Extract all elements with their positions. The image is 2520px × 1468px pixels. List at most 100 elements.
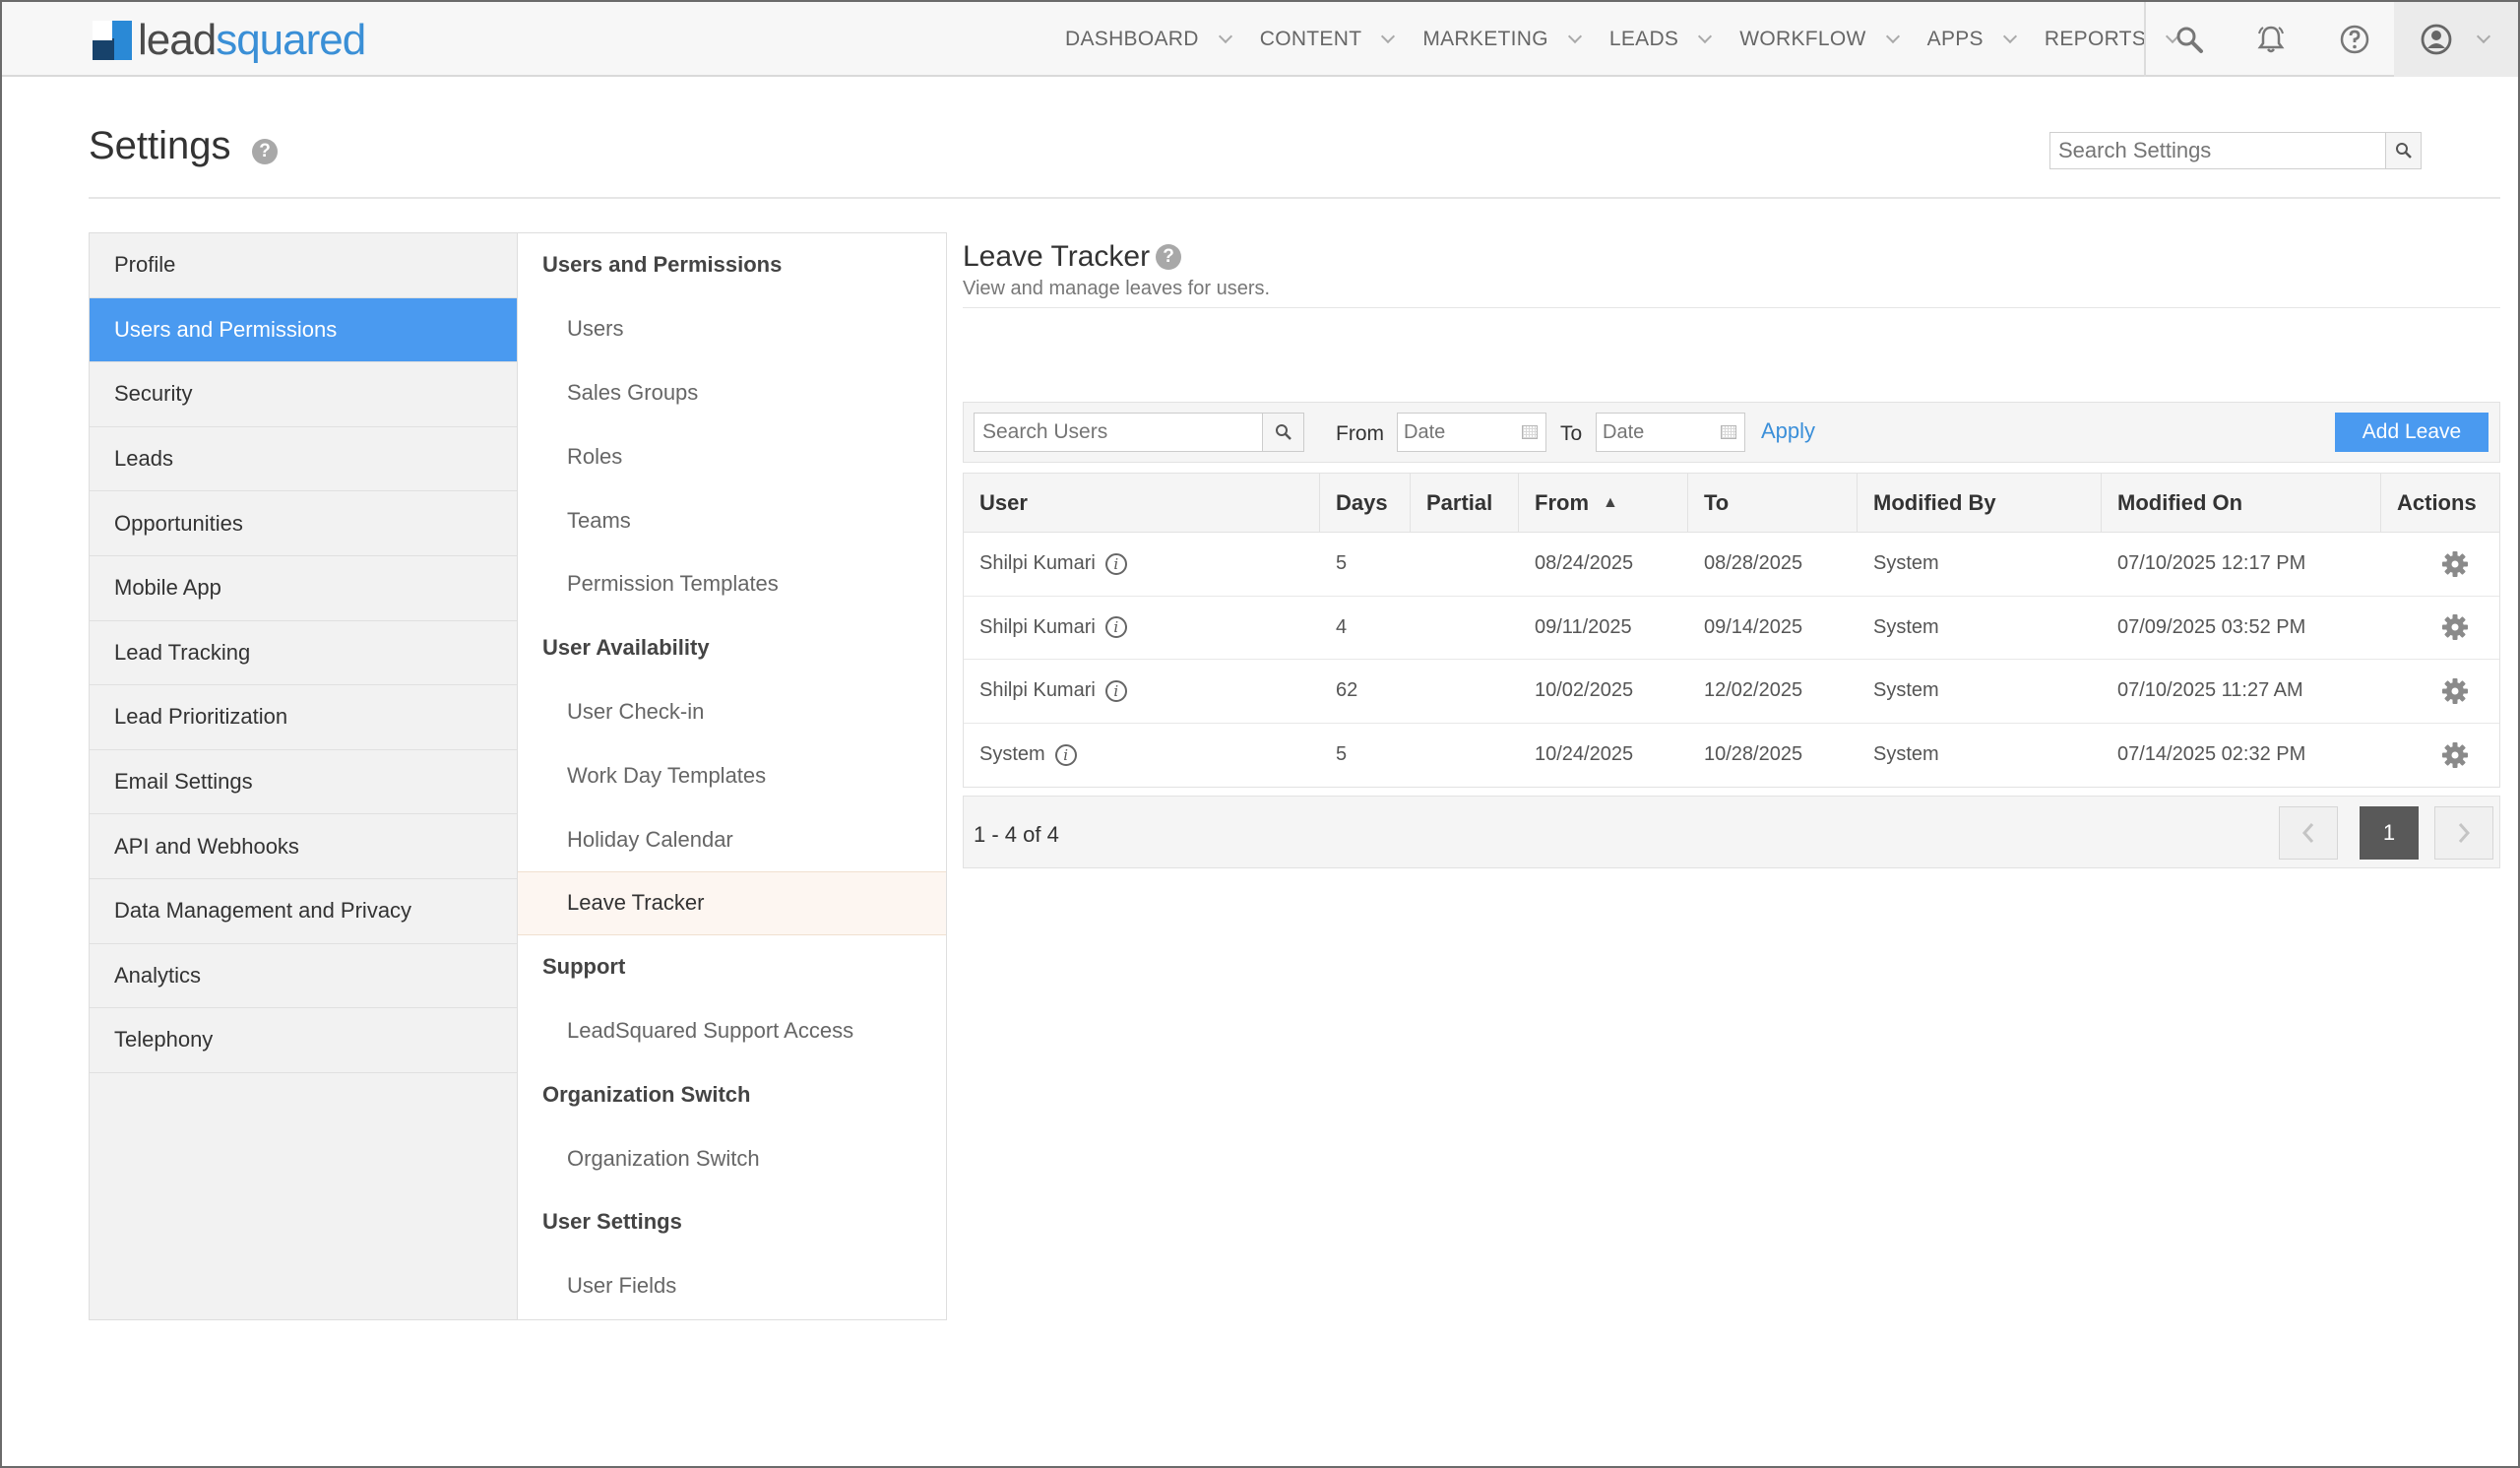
left-menu-analytics[interactable]: Analytics xyxy=(90,944,517,1009)
logo-text: leadsquared xyxy=(138,16,366,64)
sub-menu-users[interactable]: Users xyxy=(518,297,946,361)
from-date-picker[interactable] xyxy=(1397,413,1546,452)
prev-page-button[interactable] xyxy=(2279,806,2338,860)
sub-menu-roles[interactable]: Roles xyxy=(518,424,946,488)
col-header-to[interactable]: To xyxy=(1688,474,1729,532)
left-menu-lead-tracking[interactable]: Lead Tracking xyxy=(90,621,517,686)
col-header-user[interactable]: User xyxy=(964,474,1028,532)
search-icon[interactable] xyxy=(2170,20,2209,59)
settings-search-button[interactable] xyxy=(2385,133,2421,168)
sub-menu-heading: Users and Permissions xyxy=(542,252,783,278)
to-date-picker[interactable] xyxy=(1596,413,1745,452)
from-date-input[interactable] xyxy=(1398,414,1516,451)
col-header-actions: Actions xyxy=(2397,489,2477,515)
cell-partial xyxy=(1411,660,1426,723)
cell-days: 4 xyxy=(1336,615,1348,638)
page-number-button[interactable]: 1 xyxy=(2360,806,2419,860)
sub-menu-holiday-calendar[interactable]: Holiday Calendar xyxy=(518,807,946,871)
add-leave-button[interactable]: Add Leave xyxy=(2335,413,2488,452)
pagination-bar: 1 - 4 of 4 1 xyxy=(963,796,2500,868)
left-menu-api-and-webhooks[interactable]: API and Webhooks xyxy=(90,814,517,879)
sub-menu-user-check-in[interactable]: User Check-in xyxy=(518,680,946,744)
chevron-down-icon xyxy=(1381,29,1396,44)
next-page-button[interactable] xyxy=(2434,806,2493,860)
left-menu-lead-prioritization[interactable]: Lead Prioritization xyxy=(90,685,517,750)
calendar-icon[interactable] xyxy=(1721,425,1736,439)
sub-menu-organization-switch[interactable]: Organization Switch xyxy=(518,1126,946,1190)
cell-days: 5 xyxy=(1336,743,1348,766)
cell-modified-on: 07/14/2025 02:32 PM xyxy=(2117,743,2306,766)
info-icon[interactable]: i xyxy=(1054,743,1077,766)
cell-from: 08/24/2025 xyxy=(1535,552,1634,575)
chevron-down-icon xyxy=(1698,29,1713,44)
col-header-days[interactable]: Days xyxy=(1320,474,1388,532)
cell-to: 12/02/2025 xyxy=(1704,679,1803,702)
left-menu-mobile-app[interactable]: Mobile App xyxy=(90,556,517,621)
nav-marketing[interactable]: MARKETING xyxy=(1422,28,1582,51)
nav-content[interactable]: CONTENT xyxy=(1260,28,1396,51)
logo[interactable]: leadsquared xyxy=(93,16,366,65)
user-search-input[interactable] xyxy=(975,414,1260,451)
sub-menu-leave-tracker[interactable]: Leave Tracker xyxy=(518,870,946,935)
chevron-down-icon xyxy=(1567,29,1582,44)
cell-from: 09/11/2025 xyxy=(1535,615,1632,638)
chevron-down-icon xyxy=(2476,29,2491,44)
settings-search xyxy=(2049,132,2422,169)
sub-menu-permission-templates[interactable]: Permission Templates xyxy=(518,552,946,616)
nav-divider xyxy=(2144,2,2146,77)
left-menu-leads[interactable]: Leads xyxy=(90,427,517,492)
info-icon[interactable]: i xyxy=(1104,552,1127,575)
section-title: Leave Tracker xyxy=(963,240,1151,273)
left-menu-data-management[interactable]: Data Management and Privacy xyxy=(90,879,517,944)
sub-menu-teams[interactable]: Teams xyxy=(518,488,946,552)
cell-modified-on: 07/10/2025 12:17 PM xyxy=(2117,552,2306,575)
sub-menu-work-day-templates[interactable]: Work Day Templates xyxy=(518,743,946,807)
left-menu-opportunities[interactable]: Opportunities xyxy=(90,491,517,556)
settings-search-input[interactable] xyxy=(2050,133,2385,168)
nav-reports[interactable]: REPORTS xyxy=(2045,28,2180,51)
pagination-summary: 1 - 4 of 4 xyxy=(974,822,1059,847)
cell-user: System i xyxy=(964,724,1077,788)
gear-icon[interactable] xyxy=(2425,724,2470,788)
col-header-from[interactable]: From ▲ xyxy=(1519,474,1618,532)
left-menu-users-and-permissions[interactable]: Users and Permissions xyxy=(90,297,517,363)
sub-menu-user-fields[interactable]: User Fields xyxy=(518,1254,946,1318)
col-header-modified-by[interactable]: Modified By xyxy=(1858,474,1996,532)
sub-menu-heading: Organization Switch xyxy=(542,1081,751,1107)
user-menu[interactable] xyxy=(2394,2,2518,77)
help-icon[interactable]: ? xyxy=(252,139,278,164)
left-menu-telephony[interactable]: Telephony xyxy=(90,1008,517,1073)
chevron-left-icon xyxy=(2301,823,2314,843)
sub-menu-heading: User Availability xyxy=(542,635,710,661)
to-date-input[interactable] xyxy=(1597,414,1715,451)
help-icon[interactable] xyxy=(2335,20,2374,59)
cell-days: 62 xyxy=(1336,679,1358,702)
cell-days: 5 xyxy=(1336,552,1348,575)
nav-leads[interactable]: LEADS xyxy=(1609,28,1713,51)
bell-icon[interactable] xyxy=(2251,20,2291,59)
gear-icon[interactable] xyxy=(2425,533,2470,596)
info-icon[interactable]: i xyxy=(1104,679,1127,702)
sub-menu-sales-groups[interactable]: Sales Groups xyxy=(518,361,946,425)
cell-modified-by: System xyxy=(1873,552,1939,575)
nav-workflow[interactable]: WORKFLOW xyxy=(1739,28,1900,51)
col-header-modified-on[interactable]: Modified On xyxy=(2102,474,2242,532)
cell-modified-by: System xyxy=(1873,615,1939,638)
chevron-down-icon xyxy=(1218,29,1232,44)
gear-icon[interactable] xyxy=(2425,660,2470,723)
nav-dashboard[interactable]: DASHBOARD xyxy=(1065,28,1232,51)
help-icon[interactable]: ? xyxy=(1156,244,1181,270)
col-header-partial[interactable]: Partial xyxy=(1411,474,1492,532)
nav-apps[interactable]: APPS xyxy=(1927,28,2017,51)
sub-menu-support-access[interactable]: LeadSquared Support Access xyxy=(518,999,946,1063)
user-search-button[interactable] xyxy=(1262,414,1303,451)
left-menu-profile[interactable]: Profile xyxy=(90,233,517,298)
apply-link[interactable]: Apply xyxy=(1761,418,1815,444)
gear-icon[interactable] xyxy=(2425,597,2470,660)
cell-modified-on: 07/10/2025 11:27 AM xyxy=(2117,679,2303,702)
calendar-icon[interactable] xyxy=(1522,425,1538,439)
left-menu-email-settings[interactable]: Email Settings xyxy=(90,750,517,815)
left-menu-security[interactable]: Security xyxy=(90,362,517,427)
divider xyxy=(963,307,2500,308)
info-icon[interactable]: i xyxy=(1104,616,1127,639)
